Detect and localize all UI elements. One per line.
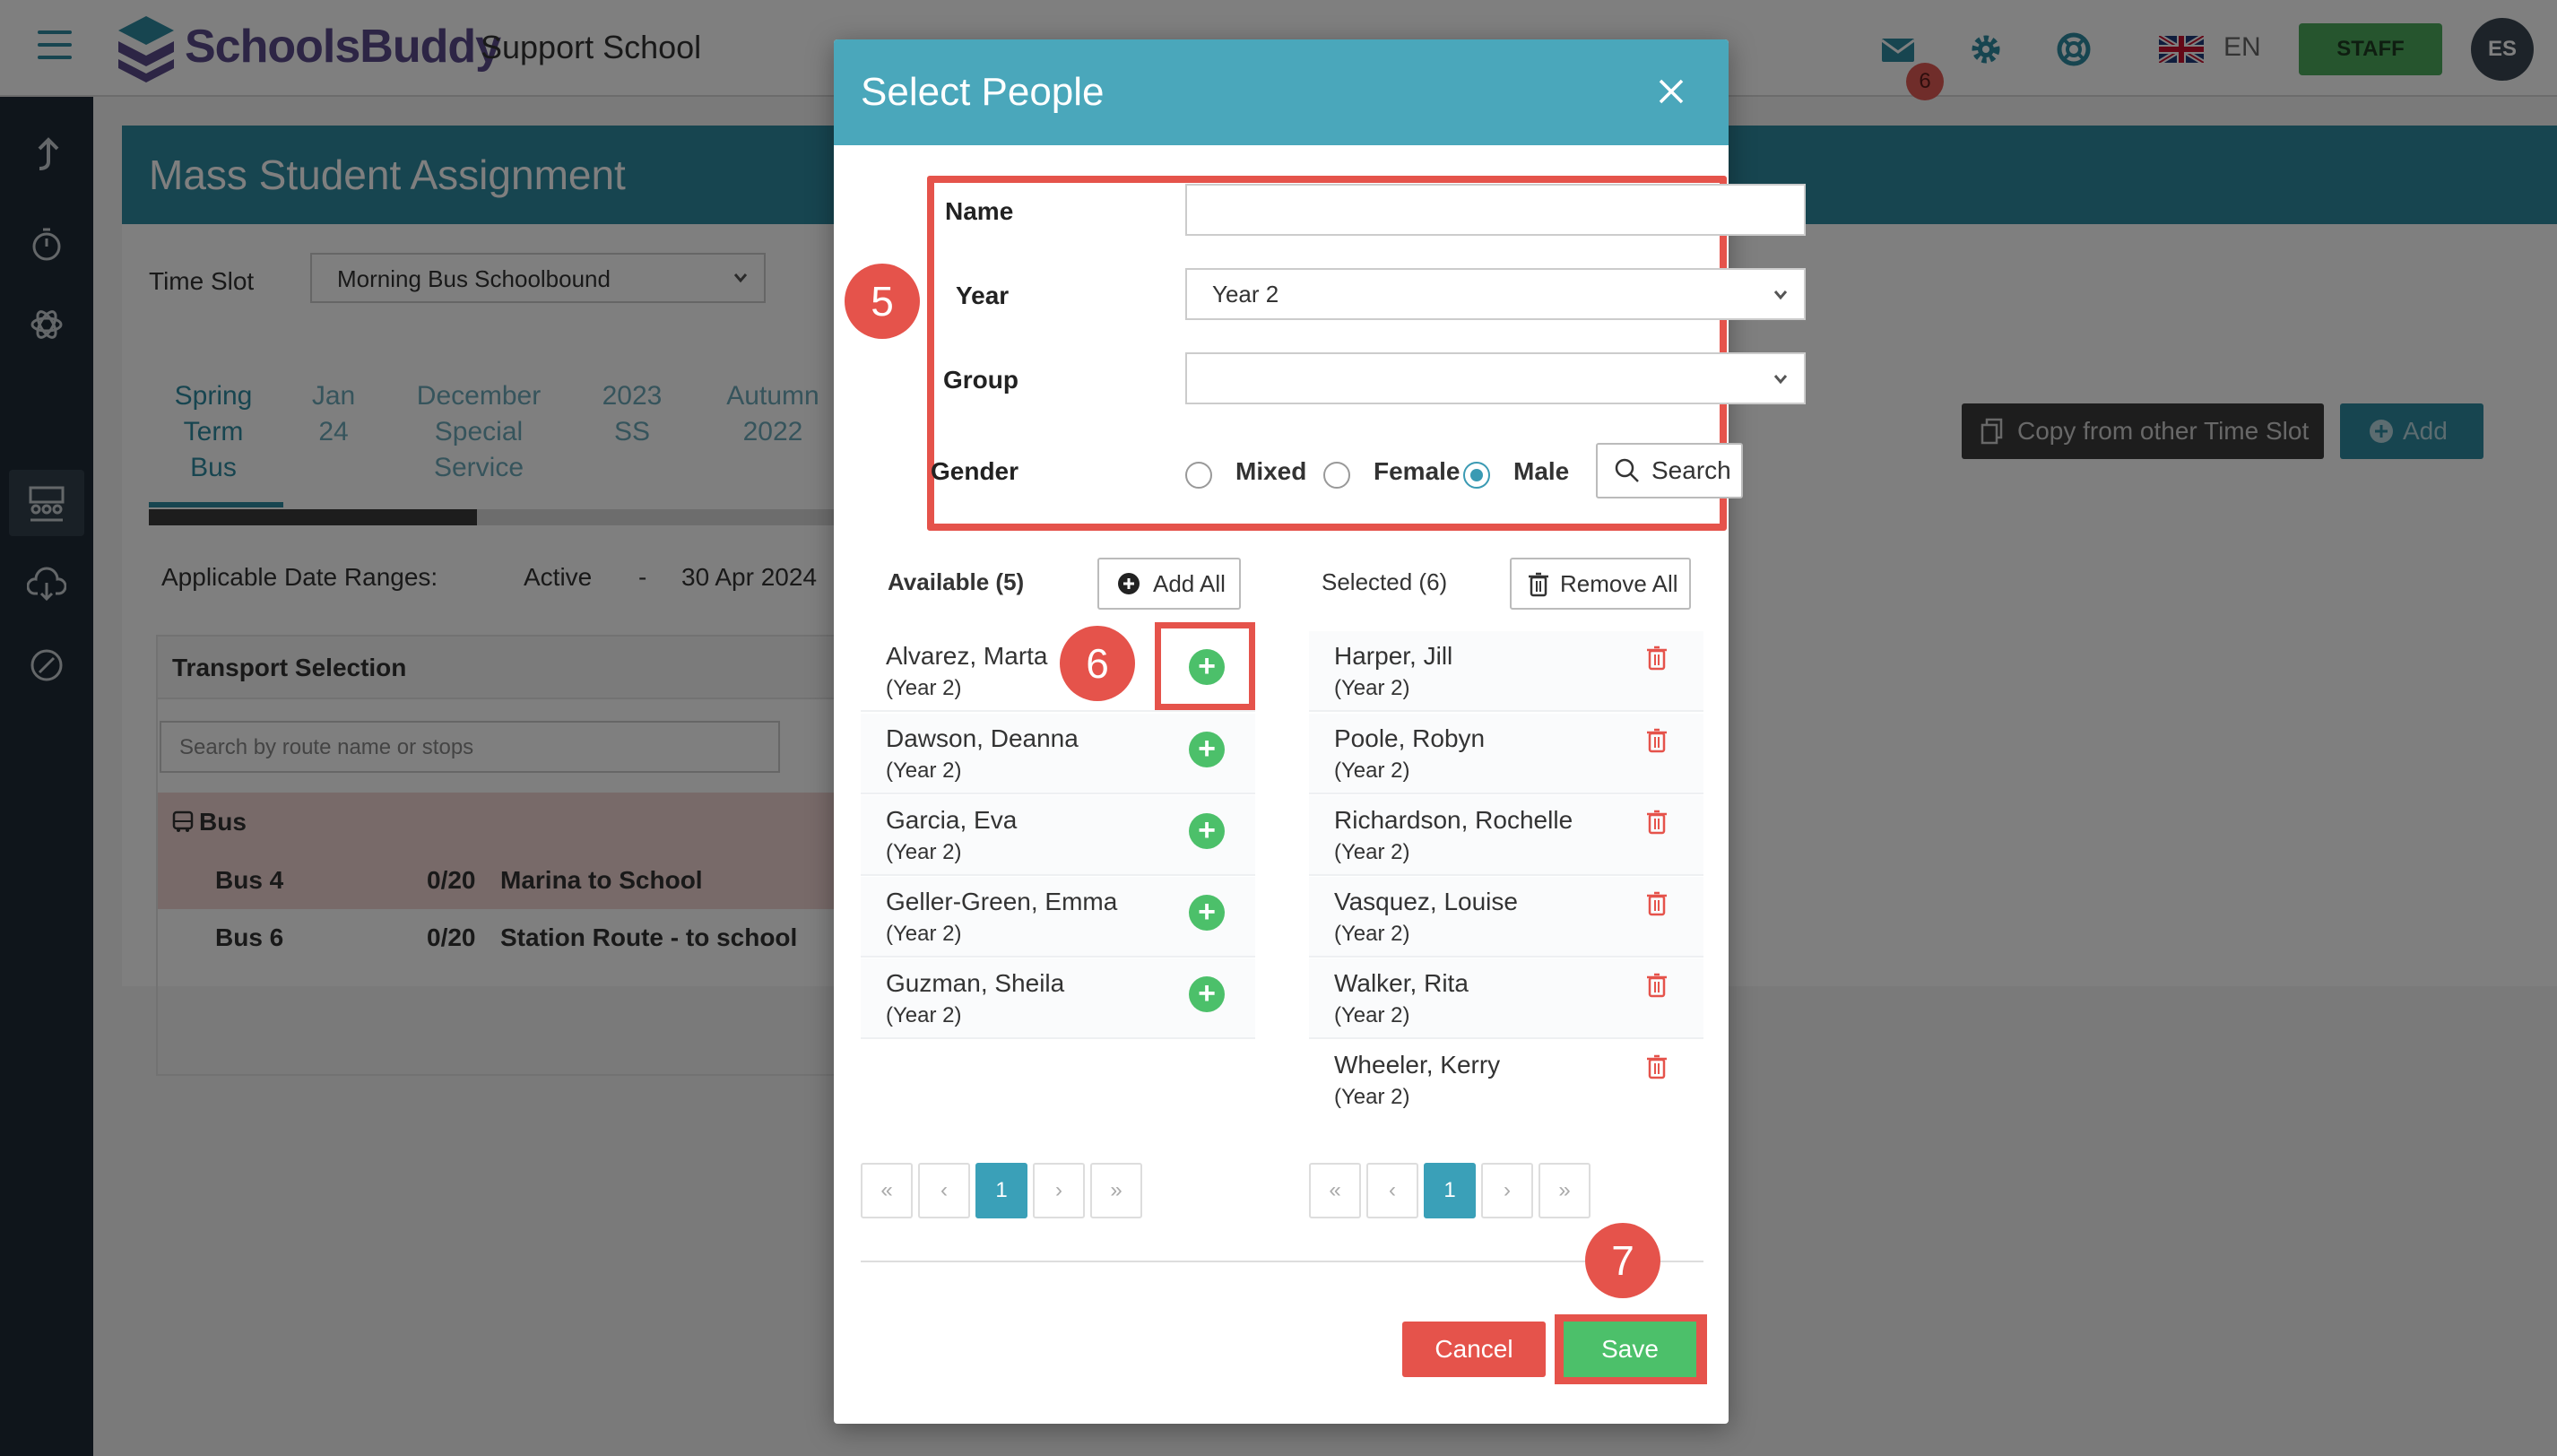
student-name: Alvarez, Marta xyxy=(886,642,1048,670)
remove-student-trash-icon[interactable] xyxy=(1646,1054,1668,1079)
student-name: Guzman, Sheila xyxy=(886,969,1065,997)
gender-male-label: Male xyxy=(1513,457,1570,485)
save-button[interactable]: Save xyxy=(1564,1322,1696,1377)
student-year: (Year 2) xyxy=(1334,758,1410,783)
available-student-row[interactable]: Geller-Green, Emma (Year 2) + xyxy=(861,877,1255,958)
student-name: Richardson, Rochelle xyxy=(1334,806,1573,834)
remove-student-trash-icon[interactable] xyxy=(1646,891,1668,916)
available-pager-page[interactable]: 1 xyxy=(975,1163,1027,1218)
trash-icon xyxy=(1529,572,1548,597)
student-name: Wheeler, Kerry xyxy=(1334,1051,1501,1079)
selected-pager-page[interactable]: 1 xyxy=(1424,1163,1476,1218)
year-select[interactable]: Year 2 xyxy=(1185,268,1806,320)
modal-title: Select People xyxy=(861,70,1105,114)
gender-female-label: Female xyxy=(1374,457,1461,485)
plus-circle-icon xyxy=(1118,573,1140,594)
selected-student-row[interactable]: Walker, Rita (Year 2) xyxy=(1309,958,1703,1039)
student-year: (Year 2) xyxy=(886,922,962,946)
remove-all-button[interactable]: Remove All xyxy=(1510,558,1691,610)
chevron-down-icon xyxy=(1773,290,1788,300)
selected-pager-next[interactable]: › xyxy=(1481,1163,1533,1218)
remove-student-trash-icon[interactable] xyxy=(1646,973,1668,998)
add-student-plus-icon[interactable]: + xyxy=(1189,813,1225,849)
available-student-row[interactable]: Garcia, Eva (Year 2) + xyxy=(861,795,1255,876)
group-label: Group xyxy=(943,366,1018,394)
add-student-plus-icon[interactable]: + xyxy=(1189,895,1225,931)
name-label: Name xyxy=(945,197,1014,225)
add-student-plus-icon[interactable]: + xyxy=(1189,649,1225,685)
footer-divider xyxy=(861,1261,1703,1262)
available-header: Available (5) xyxy=(888,568,1025,595)
remove-student-trash-icon[interactable] xyxy=(1646,646,1668,671)
student-year: (Year 2) xyxy=(886,840,962,864)
selected-pager-prev[interactable]: ‹ xyxy=(1366,1163,1418,1218)
student-year: (Year 2) xyxy=(1334,1085,1410,1109)
step-6-marker: 6 xyxy=(1060,626,1135,701)
group-select[interactable] xyxy=(1185,352,1806,404)
add-student-plus-icon[interactable]: + xyxy=(1189,732,1225,767)
student-name: Poole, Robyn xyxy=(1334,724,1486,752)
student-name: Walker, Rita xyxy=(1334,969,1469,997)
student-name: Dawson, Deanna xyxy=(886,724,1079,752)
gender-mixed-label: Mixed xyxy=(1235,457,1307,485)
student-name: Geller-Green, Emma xyxy=(886,888,1118,915)
selected-header: Selected (6) xyxy=(1322,568,1448,595)
selected-pager-last[interactable]: » xyxy=(1539,1163,1591,1218)
add-student-plus-icon[interactable]: + xyxy=(1189,976,1225,1012)
available-pager-first[interactable]: « xyxy=(861,1163,913,1218)
student-year: (Year 2) xyxy=(1334,840,1410,864)
step-5-marker: 5 xyxy=(845,264,920,339)
student-name: Garcia, Eva xyxy=(886,806,1018,834)
available-student-row[interactable]: Guzman, Sheila (Year 2) + xyxy=(861,958,1255,1039)
student-year: (Year 2) xyxy=(886,758,962,783)
search-icon xyxy=(1615,458,1639,482)
student-year: (Year 2) xyxy=(1334,922,1410,946)
search-button-label: Search xyxy=(1651,456,1731,484)
gender-mixed-radio[interactable] xyxy=(1185,462,1212,489)
gender-label: Gender xyxy=(931,457,1019,485)
selected-student-row[interactable]: Poole, Robyn (Year 2) xyxy=(1309,714,1703,794)
student-name: Harper, Jill xyxy=(1334,642,1453,670)
year-label: Year xyxy=(956,282,1010,309)
student-year: (Year 2) xyxy=(886,676,962,700)
name-input[interactable] xyxy=(1185,184,1806,236)
selected-student-row[interactable]: Vasquez, Louise (Year 2) xyxy=(1309,877,1703,958)
cancel-button[interactable]: Cancel xyxy=(1402,1322,1546,1377)
remove-all-label: Remove All xyxy=(1560,570,1678,597)
selected-pager-first[interactable]: « xyxy=(1309,1163,1361,1218)
selected-student-row[interactable]: Harper, Jill (Year 2) xyxy=(1309,631,1703,712)
student-year: (Year 2) xyxy=(1334,1003,1410,1027)
year-select-value: Year 2 xyxy=(1212,281,1279,308)
add-all-label: Add All xyxy=(1153,570,1226,597)
chevron-down-icon xyxy=(1773,375,1788,385)
selected-student-row[interactable]: Richardson, Rochelle (Year 2) xyxy=(1309,795,1703,876)
filter-highlight-box: Name Year Year 2 Group Gender Mixed Fema… xyxy=(927,176,1806,531)
gender-female-radio[interactable] xyxy=(1323,462,1350,489)
student-year: (Year 2) xyxy=(886,1003,962,1027)
add-all-button[interactable]: Add All xyxy=(1097,558,1241,610)
available-pager-prev[interactable]: ‹ xyxy=(918,1163,970,1218)
remove-student-trash-icon[interactable] xyxy=(1646,728,1668,753)
gender-male-radio[interactable] xyxy=(1463,462,1490,489)
student-name: Vasquez, Louise xyxy=(1334,888,1518,915)
available-pager-next[interactable]: › xyxy=(1033,1163,1085,1218)
search-button[interactable]: Search xyxy=(1596,443,1743,498)
step-7-marker: 7 xyxy=(1585,1223,1660,1298)
close-icon[interactable] xyxy=(1651,72,1691,111)
remove-student-trash-icon[interactable] xyxy=(1646,810,1668,835)
available-pager-last[interactable]: » xyxy=(1090,1163,1142,1218)
selected-student-row[interactable]: Wheeler, Kerry (Year 2) xyxy=(1309,1040,1703,1121)
student-year: (Year 2) xyxy=(1334,676,1410,700)
modal-header: Select People xyxy=(834,39,1729,145)
select-people-modal: Select People 5 Name Year Year 2 Group G… xyxy=(834,39,1806,1424)
available-student-row[interactable]: Dawson, Deanna (Year 2) + xyxy=(861,714,1255,794)
